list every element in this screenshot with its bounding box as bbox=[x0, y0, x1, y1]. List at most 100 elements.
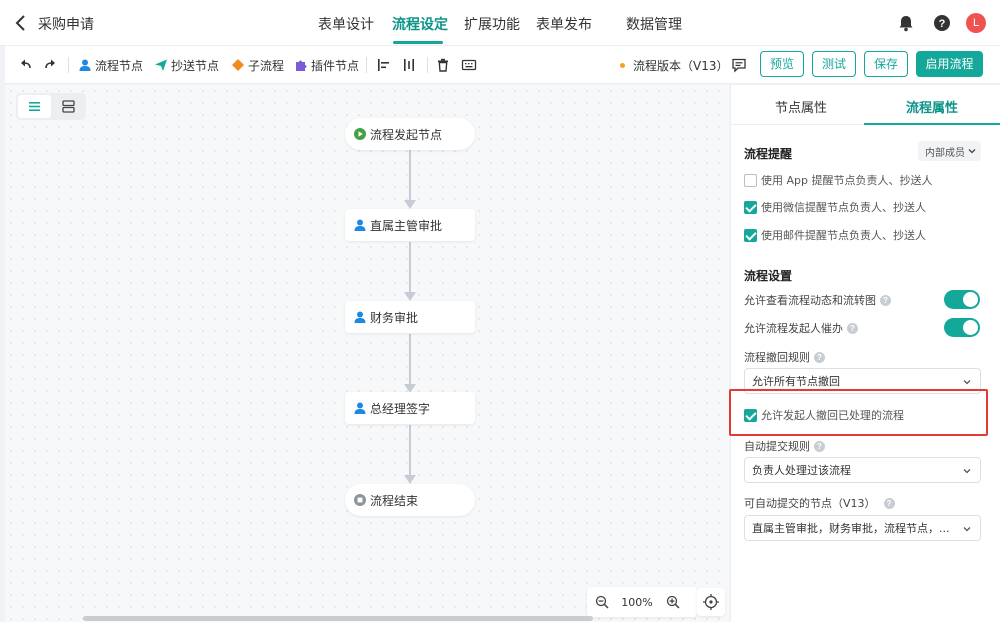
reminder-section-title: 流程提醒 bbox=[744, 147, 793, 161]
nav-tab-form-design[interactable]: 表单设计 bbox=[318, 14, 374, 34]
allow-urge-label: 允许流程发起人催办 bbox=[744, 322, 843, 335]
add-subprocess-button[interactable]: 子流程 bbox=[231, 57, 284, 73]
auto-submit-label: 自动提交规则 bbox=[744, 440, 810, 453]
reminder-wechat-label: 使用微信提醒节点负责人、抄送人 bbox=[761, 201, 926, 214]
user-node-icon bbox=[354, 311, 366, 323]
auto-nodes-label: 可自动提交的节点（V13） bbox=[744, 497, 876, 510]
flow-node-label: 财务审批 bbox=[370, 310, 419, 325]
allow-revoke-processed-option[interactable]: 允许发起人撤回已处理的流程 bbox=[744, 407, 904, 423]
toolbar-divider bbox=[366, 57, 367, 73]
align-left-icon[interactable] bbox=[376, 57, 392, 73]
help-icon[interactable]: ? bbox=[847, 322, 858, 334]
add-process-node-button[interactable]: 流程节点 bbox=[78, 57, 143, 73]
toolbar-divider bbox=[427, 57, 428, 73]
nav-tab-form-publish[interactable]: 表单发布 bbox=[536, 14, 592, 34]
card-view-button[interactable] bbox=[52, 95, 85, 118]
reminder-wechat-option[interactable]: 使用微信提醒节点负责人、抄送人 bbox=[744, 199, 926, 215]
help-icon[interactable]: ? bbox=[814, 440, 825, 452]
reminder-email-option[interactable]: 使用邮件提醒节点负责人、抄送人 bbox=[744, 227, 926, 243]
help-icon[interactable]: ? bbox=[880, 294, 891, 306]
revoke-rule-select[interactable]: 允许所有节点撤回 bbox=[744, 368, 981, 394]
toolbar: 流程节点 抄送节点 子流程 插件节点 流程版本（V13） 预览 测试 保存 启用… bbox=[5, 46, 1000, 84]
add-plugin-node-label: 插件节点 bbox=[311, 58, 360, 73]
user-node-icon bbox=[354, 402, 366, 414]
keyboard-icon[interactable] bbox=[461, 57, 477, 73]
zoom-out-icon[interactable] bbox=[595, 595, 609, 609]
auto-submit-select[interactable]: 负责人处理过该流程 bbox=[744, 457, 981, 483]
menu-icon bbox=[29, 102, 40, 111]
bell-icon[interactable] bbox=[896, 13, 916, 33]
nav-tab-data-management[interactable]: 数据管理 bbox=[626, 14, 682, 34]
auto-nodes-select[interactable]: 直属主管审批，财务审批，流程节点，... bbox=[744, 515, 981, 541]
revoke-rule-value: 允许所有节点撤回 bbox=[752, 375, 840, 388]
trash-icon[interactable] bbox=[435, 57, 451, 73]
checkbox-checked[interactable] bbox=[744, 228, 757, 242]
user-avatar[interactable]: L bbox=[966, 13, 986, 33]
undo-icon[interactable] bbox=[17, 57, 33, 73]
save-button[interactable]: 保存 bbox=[864, 51, 908, 77]
chevron-down-icon bbox=[963, 469, 971, 474]
view-toggle bbox=[16, 93, 86, 120]
flow-edge bbox=[409, 150, 411, 200]
help-icon[interactable]: ? bbox=[814, 351, 825, 363]
comment-icon[interactable] bbox=[731, 57, 747, 73]
view-dynamics-setting: 允许查看流程动态和流转图 ? bbox=[744, 292, 891, 308]
view-dynamics-label: 允许查看流程动态和流转图 bbox=[744, 294, 876, 307]
flow-node-label: 总经理签字 bbox=[370, 401, 431, 416]
stop-circle-icon bbox=[354, 494, 366, 506]
flow-node-approver[interactable]: 总经理签字 bbox=[345, 392, 475, 424]
properties-panel: 节点属性 流程属性 流程提醒 内部成员 使用 App 提醒节点负责人、抄送人 使… bbox=[730, 85, 1000, 622]
diamond-icon bbox=[232, 59, 244, 71]
puzzle-icon bbox=[296, 60, 307, 71]
flow-node-label: 直属主管审批 bbox=[370, 218, 443, 233]
reminder-app-option[interactable]: 使用 App 提醒节点负责人、抄送人 bbox=[744, 172, 932, 188]
checkbox-checked[interactable] bbox=[744, 408, 757, 422]
reminder-scope-value: 内部成员 bbox=[925, 147, 965, 159]
send-icon bbox=[155, 59, 167, 71]
flow-node-end[interactable]: 流程结束 bbox=[345, 484, 475, 516]
process-version: 流程版本（V13） bbox=[620, 57, 728, 74]
preview-button[interactable]: 预览 bbox=[760, 51, 804, 77]
auto-submit-label-row: 自动提交规则 ? bbox=[744, 438, 825, 454]
flow-arrow-icon bbox=[404, 292, 416, 301]
help-icon[interactable]: ? bbox=[932, 13, 952, 33]
list-view-button[interactable] bbox=[18, 95, 51, 118]
add-cc-node-label: 抄送节点 bbox=[171, 58, 220, 73]
checkbox[interactable] bbox=[744, 173, 757, 187]
add-cc-node-button[interactable]: 抄送节点 bbox=[154, 57, 219, 73]
user-node-icon bbox=[79, 59, 91, 71]
auto-nodes-label-row: 可自动提交的节点（V13） ? bbox=[744, 495, 895, 511]
flow-node-approver[interactable]: 直属主管审批 bbox=[345, 209, 475, 241]
add-plugin-node-button[interactable]: 插件节点 bbox=[294, 57, 359, 73]
chevron-down-icon bbox=[968, 149, 976, 154]
version-dot bbox=[620, 63, 625, 68]
tab-process-properties[interactable]: 流程属性 bbox=[906, 97, 958, 116]
checkbox-checked[interactable] bbox=[744, 200, 757, 214]
nav-tab-extensions[interactable]: 扩展功能 bbox=[464, 14, 520, 34]
zoom-in-icon[interactable] bbox=[666, 595, 680, 609]
flow-node-label: 流程结束 bbox=[370, 493, 419, 508]
align-center-icon[interactable] bbox=[401, 57, 417, 73]
flow-node-approver[interactable]: 财务审批 bbox=[345, 301, 475, 333]
test-button[interactable]: 测试 bbox=[812, 51, 856, 77]
horizontal-scrollbar[interactable] bbox=[83, 616, 593, 621]
flow-canvas[interactable]: 流程发起节点 直属主管审批 财务审批 总经理签字 流程结束 100% bbox=[5, 85, 729, 622]
locate-button[interactable] bbox=[697, 588, 725, 616]
play-circle-icon bbox=[354, 128, 366, 140]
flow-node-start[interactable]: 流程发起节点 bbox=[345, 118, 475, 150]
allow-urge-toggle[interactable] bbox=[944, 318, 980, 337]
reminder-email-label: 使用邮件提醒节点负责人、抄送人 bbox=[761, 229, 926, 242]
redo-icon[interactable] bbox=[43, 57, 59, 73]
back-arrow-icon[interactable] bbox=[14, 13, 28, 33]
process-version-label: 流程版本（V13） bbox=[633, 59, 729, 73]
enable-process-button[interactable]: 启用流程 bbox=[916, 51, 983, 77]
reminder-scope-select[interactable]: 内部成员 bbox=[918, 141, 981, 161]
reminder-app-label: 使用 App 提醒节点负责人、抄送人 bbox=[761, 174, 933, 187]
revoke-rule-label: 流程撤回规则 bbox=[744, 351, 810, 364]
tab-node-properties[interactable]: 节点属性 bbox=[775, 97, 827, 116]
nav-tab-process-settings[interactable]: 流程设定 bbox=[392, 14, 448, 34]
view-dynamics-toggle[interactable] bbox=[944, 290, 980, 309]
help-icon[interactable]: ? bbox=[883, 497, 895, 509]
allow-revoke-processed-label: 允许发起人撤回已处理的流程 bbox=[761, 409, 904, 422]
allow-urge-setting: 允许流程发起人催办 ? bbox=[744, 320, 858, 336]
